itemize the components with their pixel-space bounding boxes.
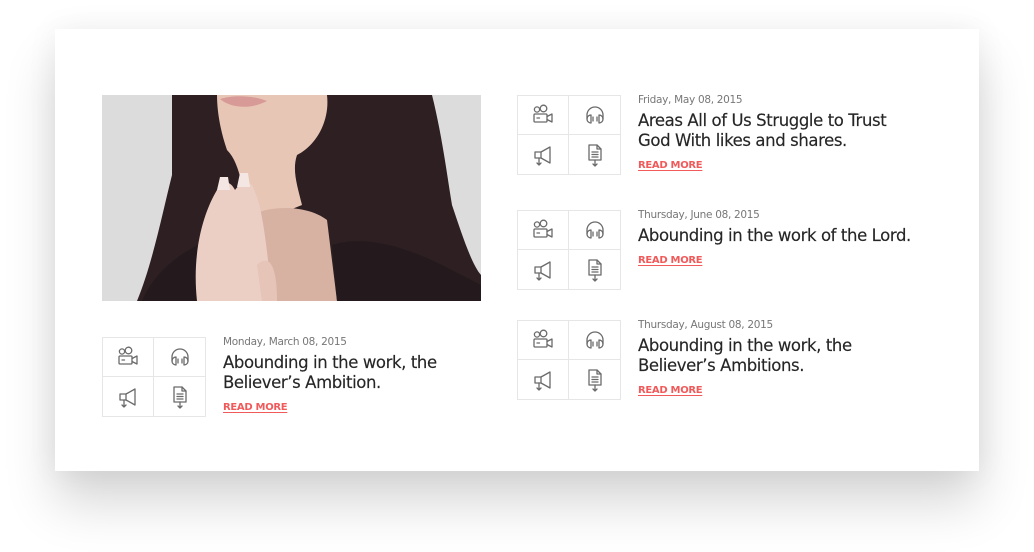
post-date: Thursday, June 08, 2015 [638, 209, 760, 221]
video-icon [533, 329, 553, 348]
post-title[interactable]: Abounding in the work, the Believer’s Am… [638, 336, 923, 376]
post-text: Thursday, August 08, 2015 Abounding in t… [638, 319, 918, 398]
document-download-icon [172, 385, 187, 409]
announcement-button[interactable] [518, 360, 569, 399]
read-more-link[interactable]: READ MORE [223, 402, 288, 413]
announcement-button[interactable] [518, 135, 569, 174]
headphones-icon [170, 348, 189, 366]
audio-button[interactable] [569, 96, 620, 135]
read-more-link[interactable]: READ MORE [638, 255, 703, 266]
video-button[interactable] [518, 211, 569, 250]
audio-button[interactable] [154, 338, 205, 377]
featured-photo[interactable] [102, 95, 481, 301]
audio-button[interactable] [569, 211, 620, 250]
audio-button[interactable] [569, 321, 620, 360]
announcement-button[interactable] [103, 377, 154, 416]
megaphone-icon [534, 145, 551, 166]
post-date: Monday, March 08, 2015 [223, 336, 347, 348]
headphones-icon [585, 221, 604, 239]
praying-woman-image [102, 95, 481, 301]
announcement-button[interactable] [518, 250, 569, 289]
video-button[interactable] [518, 96, 569, 135]
document-download-icon [587, 258, 602, 282]
headphones-icon [585, 106, 604, 124]
media-icon-grid [517, 95, 621, 175]
video-icon [533, 104, 553, 123]
media-icon-grid [102, 337, 206, 417]
post-text: Friday, May 08, 2015 Areas All of Us Str… [638, 94, 918, 173]
megaphone-icon [534, 370, 551, 391]
megaphone-icon [534, 260, 551, 281]
video-button[interactable] [103, 338, 154, 377]
document-download-icon [587, 368, 602, 392]
page-stage: Monday, March 08, 2015 Abounding in the … [0, 0, 1034, 552]
megaphone-icon [119, 387, 136, 408]
post-text: Monday, March 08, 2015 Abounding in the … [223, 336, 503, 415]
download-notes-button[interactable] [569, 250, 620, 289]
video-button[interactable] [518, 321, 569, 360]
video-icon [118, 346, 138, 365]
post-title[interactable]: Areas All of Us Struggle to Trust God Wi… [638, 111, 913, 151]
download-notes-button[interactable] [154, 377, 205, 416]
document-download-icon [587, 143, 602, 167]
post-text: Thursday, June 08, 2015 Abounding in the… [638, 209, 918, 268]
media-icon-grid [517, 210, 621, 290]
read-more-link[interactable]: READ MORE [638, 160, 703, 171]
post-date: Thursday, August 08, 2015 [638, 319, 773, 331]
download-notes-button[interactable] [569, 135, 620, 174]
headphones-icon [585, 331, 604, 349]
video-icon [533, 219, 553, 238]
post-title[interactable]: Abounding in the work of the Lord. [638, 226, 918, 246]
post-date: Friday, May 08, 2015 [638, 94, 743, 106]
sermons-card: Monday, March 08, 2015 Abounding in the … [55, 29, 979, 471]
post-title[interactable]: Abounding in the work, the Believer’s Am… [223, 353, 438, 393]
download-notes-button[interactable] [569, 360, 620, 399]
media-icon-grid [517, 320, 621, 400]
read-more-link[interactable]: READ MORE [638, 385, 703, 396]
